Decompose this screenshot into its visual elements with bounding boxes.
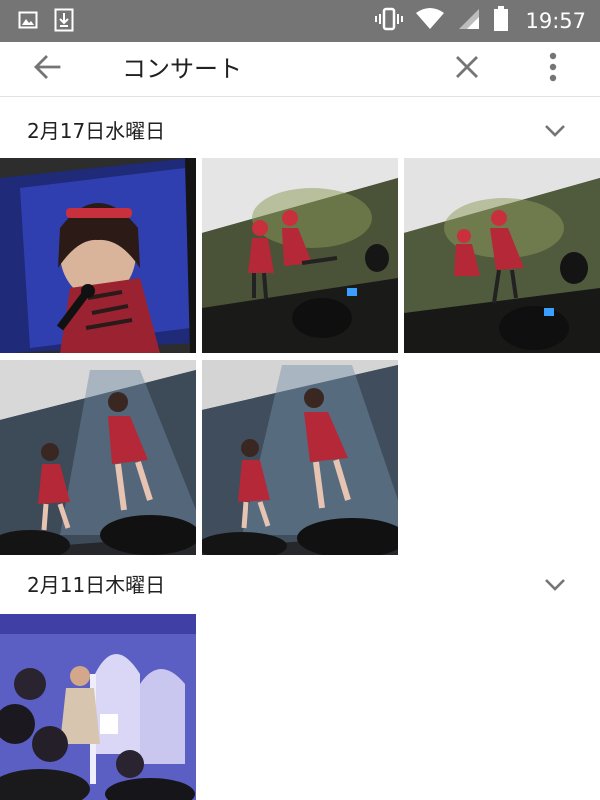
photo-thumbnail[interactable] <box>0 614 196 800</box>
photo-thumbnail[interactable] <box>202 360 398 555</box>
cellular-signal-icon <box>457 7 481 35</box>
clear-search-button[interactable] <box>440 42 494 96</box>
date-section-header: 2月11日木曜日 <box>0 555 600 615</box>
photo-thumbnail[interactable] <box>0 158 196 353</box>
status-bar-time: 19:57 <box>525 9 586 33</box>
chevron-down-icon <box>544 123 566 142</box>
arrow-back-icon <box>33 53 61 85</box>
battery-icon <box>493 6 509 36</box>
chevron-down-icon <box>544 577 566 596</box>
photo-thumbnail[interactable] <box>202 158 398 353</box>
date-section-title: 2月17日水曜日 <box>27 119 166 143</box>
toolbar: コンサート <box>0 42 600 97</box>
vibrate-icon <box>375 6 404 36</box>
download-icon <box>54 8 74 36</box>
date-section-title: 2月11日木曜日 <box>27 573 166 597</box>
date-section-header: 2月17日水曜日 <box>0 101 600 161</box>
status-bar-system: 19:57 <box>375 6 586 36</box>
more-options-button[interactable] <box>526 42 580 96</box>
close-icon <box>454 54 480 84</box>
more-vert-icon <box>548 52 558 86</box>
gallery-icon <box>18 10 38 34</box>
section-collapse-button[interactable] <box>540 573 570 599</box>
photo-thumbnail[interactable] <box>404 158 600 353</box>
search-query-title[interactable]: コンサート <box>122 42 242 96</box>
section-collapse-button[interactable] <box>540 119 570 145</box>
status-bar: 19:57 <box>0 0 600 42</box>
wifi-icon <box>415 7 445 35</box>
back-button[interactable] <box>20 42 74 96</box>
status-bar-notifications <box>18 8 74 36</box>
photo-thumbnail[interactable] <box>0 360 196 555</box>
